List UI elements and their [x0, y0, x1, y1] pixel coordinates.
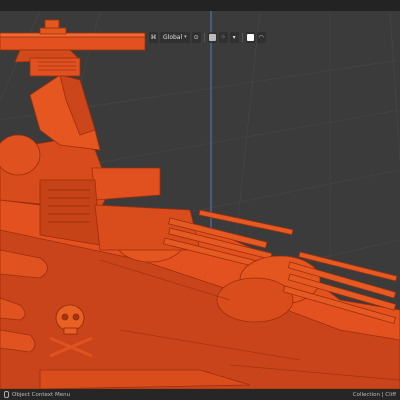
pivot-icon[interactable]: ⊙ [191, 31, 201, 43]
ship-model [0, 19, 400, 389]
orientation-icon[interactable]: ⌘ [149, 31, 158, 43]
falloff-curve-icon[interactable]: ◠ [256, 31, 266, 43]
status-right-label: Collection | Cliff [352, 391, 396, 398]
status-bar: Object Context Menu Collection | Cliff [0, 389, 400, 400]
proportional-edit-icon[interactable] [245, 31, 255, 43]
chevron-down-icon: ▾ [184, 34, 187, 40]
viewport-header-tools: ⌘ Global ▾ ⊙ ⁘ ▾ ◠ [149, 31, 266, 43]
mouse-right-click-icon [4, 391, 9, 398]
status-left: Object Context Menu [4, 391, 70, 398]
separator [241, 32, 243, 42]
separator [203, 32, 205, 42]
top-header-strip [0, 0, 400, 11]
snap-magnet-icon[interactable] [207, 31, 217, 43]
snap-target-icon[interactable]: ⁘ [218, 31, 228, 43]
snap-options-chevron-icon[interactable]: ▾ [229, 31, 239, 43]
blender-window: ⌘ Global ▾ ⊙ ⁘ ▾ ◠ Object Context Menu C… [0, 0, 400, 400]
3d-viewport[interactable]: ⌘ Global ▾ ⊙ ⁘ ▾ ◠ [0, 11, 400, 389]
status-left-label: Object Context Menu [12, 391, 71, 398]
transform-orientation-dropdown[interactable]: Global ▾ [160, 31, 190, 43]
viewport-canvas[interactable] [0, 11, 400, 389]
transform-orientation-label: Global [163, 33, 183, 41]
